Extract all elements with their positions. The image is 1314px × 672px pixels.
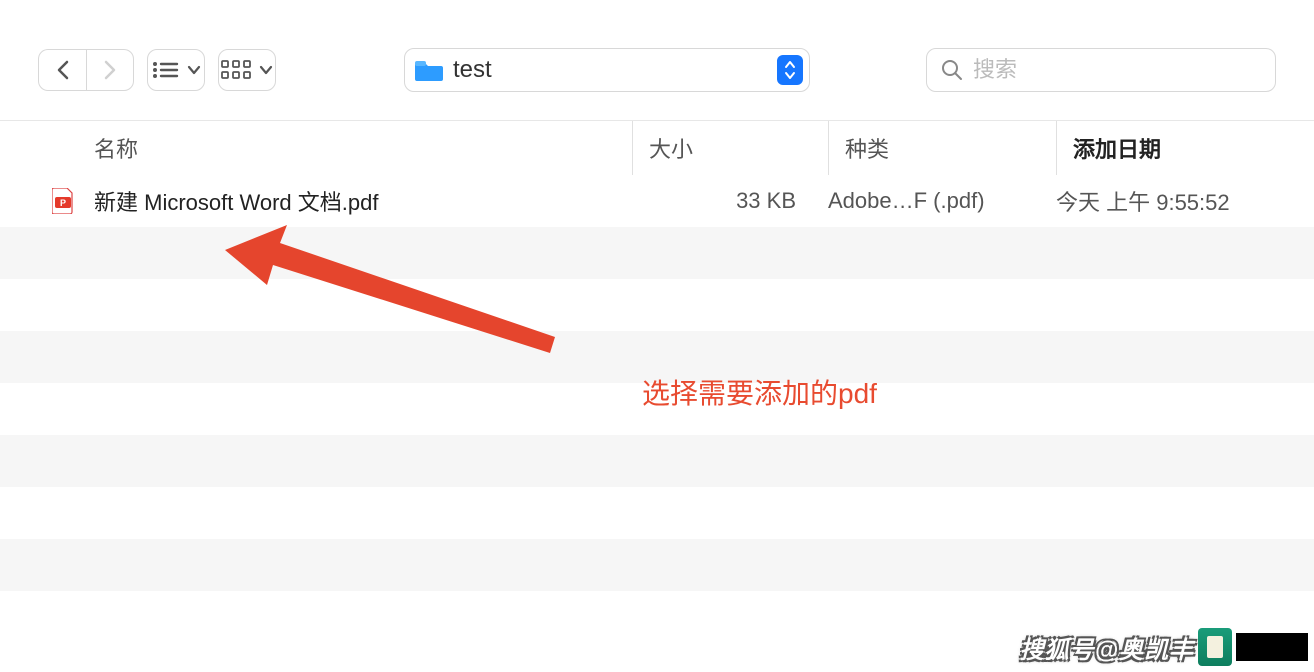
forward-button[interactable]	[86, 49, 134, 91]
watermark-icon	[1198, 628, 1232, 666]
chevron-down-icon	[187, 65, 201, 75]
location-dropdown[interactable]: test	[404, 48, 810, 92]
column-header-date[interactable]: 添加日期	[1056, 121, 1314, 175]
toolbar: test	[0, 0, 1314, 110]
chevron-down-icon	[259, 65, 273, 75]
watermark-redaction	[1236, 633, 1308, 661]
dropdown-stepper-icon	[777, 55, 803, 85]
back-button[interactable]	[38, 49, 86, 91]
group-mode-button[interactable]	[218, 49, 276, 91]
list-view-icon	[151, 60, 179, 80]
file-kind: Adobe…F (.pdf)	[812, 188, 1040, 214]
file-row[interactable]: P 新建 Microsoft Word 文档.pdf 33 KB Adobe…F…	[0, 175, 1314, 227]
file-size: 33 KB	[632, 188, 812, 214]
chevron-right-icon	[103, 60, 117, 80]
svg-text:P: P	[60, 198, 66, 208]
pdf-file-icon: P	[50, 188, 76, 214]
search-icon	[941, 59, 963, 81]
watermark: 搜狐号@奥凯丰	[1020, 628, 1308, 666]
search-input[interactable]	[973, 57, 1261, 83]
view-mode-button[interactable]	[147, 49, 205, 91]
column-header-name[interactable]: 名称	[94, 132, 632, 164]
column-header-kind[interactable]: 种类	[828, 121, 1056, 175]
watermark-text: 搜狐号@奥凯丰	[1020, 630, 1194, 665]
grid-group-icon	[221, 60, 251, 80]
file-name: 新建 Microsoft Word 文档.pdf	[94, 185, 632, 217]
location-text: test	[453, 56, 777, 84]
file-list: P 新建 Microsoft Word 文档.pdf 33 KB Adobe…F…	[0, 175, 1314, 643]
column-header-size[interactable]: 大小	[632, 121, 828, 175]
chevron-left-icon	[56, 60, 70, 80]
search-box[interactable]	[926, 48, 1276, 92]
nav-group	[38, 49, 134, 91]
folder-icon	[415, 59, 443, 81]
file-date: 今天 上午 9:55:52	[1040, 185, 1314, 217]
column-headers: 名称 大小 种类 添加日期	[0, 121, 1314, 175]
